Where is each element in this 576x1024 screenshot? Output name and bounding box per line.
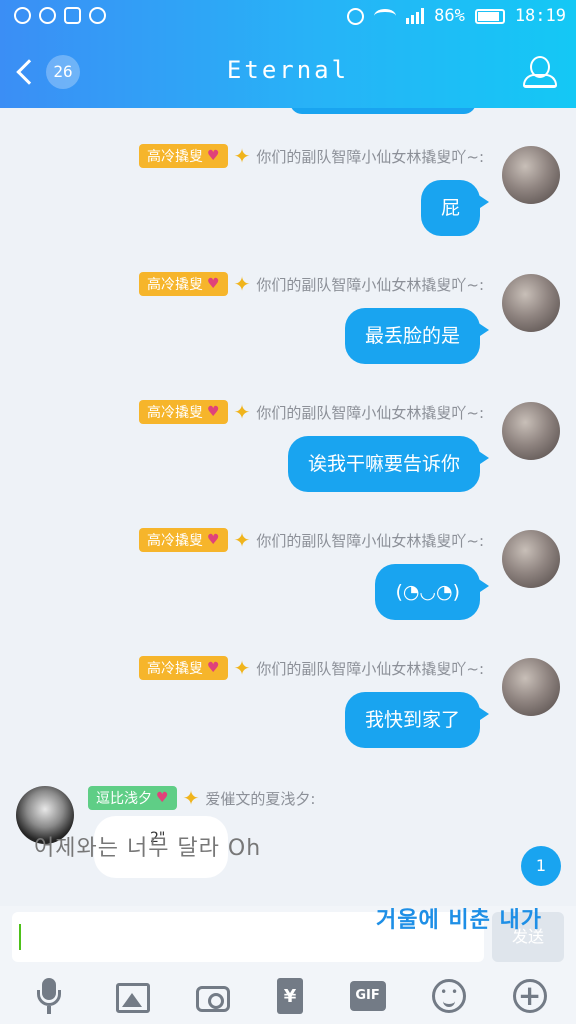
emoji-icon[interactable] [432, 979, 467, 1013]
red-packet-icon[interactable]: ¥ [276, 978, 303, 1014]
sender-meta: 高冷撬叟 ♥ ✦ 你们的副队智障小仙女林撬叟吖~: [139, 144, 484, 168]
gif-icon[interactable]: GIF [349, 981, 386, 1011]
message-icon [89, 7, 106, 24]
weibo-icon [39, 7, 56, 24]
star-icon: ✦ [233, 656, 251, 680]
message-item: 高冷撬叟 ♥ ✦ 你们的副队智障小仙女林撬叟吖~: 我快到家了 [0, 620, 576, 748]
title-badge[interactable]: 高冷撬叟 ♥ [139, 144, 228, 168]
message-bubble[interactable]: (◔◡◔) [375, 564, 489, 620]
sender-meta: 逗比浅夕 ♥ ✦ 爱催文的夏浅夕: [88, 786, 315, 810]
system-status: 86% 18:19 [347, 6, 566, 26]
plus-icon[interactable]: + [512, 979, 547, 1013]
message-bubble[interactable]: 屁 [420, 180, 490, 236]
message-item: 高冷撬叟 ♥ ✦ 你们的副队智障小仙女林撬叟吖~: 最丢脸的是 [0, 236, 576, 364]
badge-label: 高冷撬叟 [147, 533, 204, 549]
title-badge[interactable]: 逗比浅夕 ♥ [88, 786, 177, 810]
badge-label: 高冷撬叟 [147, 277, 204, 293]
gallery-icon [64, 7, 81, 24]
new-message-indicator[interactable]: 1 [521, 846, 561, 886]
star-icon: ✦ [233, 400, 251, 424]
mic-leg [47, 1006, 52, 1014]
sender-meta: 高冷撬叟 ♥ ✦ 你们的副队智障小仙女林撬叟吖~: [139, 272, 484, 296]
star-icon: ✦ [182, 786, 200, 810]
lyric-overlay-line: 거울에 비춘 내가 [376, 908, 542, 933]
battery-icon [474, 8, 505, 24]
sender-meta: 高冷撬叟 ♥ ✦ 你们的副队智障小仙女林撬叟吖~: [139, 656, 484, 680]
heart-icon: ♥ [207, 404, 220, 420]
image-icon[interactable] [115, 983, 150, 1013]
avatar[interactable] [502, 402, 560, 460]
heart-icon: ♥ [207, 148, 220, 164]
camera-icon[interactable] [196, 986, 231, 1012]
avatar[interactable] [502, 658, 560, 716]
title-badge[interactable]: 高冷撬叟 ♥ [139, 528, 228, 552]
sender-nickname[interactable]: 你们的副队智障小仙女林撬叟吖~: [256, 530, 484, 551]
star-icon: ✦ [233, 272, 251, 296]
message-bubble[interactable]: 最丢脸的是 [344, 308, 490, 364]
star-icon: ✦ [233, 528, 251, 552]
sender-nickname[interactable]: 你们的副队智障小仙女林撬叟吖~: [256, 146, 484, 167]
lyric-overlay-line: 어제와는 너무 달라 Oh [34, 836, 262, 861]
badge-label: 高冷撬叟 [147, 405, 204, 421]
message-bubble[interactable]: 我快到家了 [344, 692, 490, 748]
incoming-message-item: 逗比浅夕 ♥ ✦ 爱催文的夏浅夕: 2" 어제와는 너무 달라 Oh [0, 774, 576, 904]
sender-nickname[interactable]: 你们的副队智障小仙女林撬叟吖~: [256, 658, 484, 679]
heart-icon: ♥ [207, 532, 220, 548]
signal-icon [406, 8, 425, 24]
sender-nickname[interactable]: 你们的副队智障小仙女林撬叟吖~: [256, 274, 484, 295]
qq-icon [14, 7, 31, 24]
heart-icon: ♥ [207, 276, 220, 292]
star-icon: ✦ [233, 144, 251, 168]
status-bar: 86% 18:19 [0, 0, 576, 36]
message-list[interactable]: 高冷撬叟 ♥ ✦ 你们的副队智障小仙女林撬叟吖~: 屁 高冷撬叟 ♥ ✦ 你们的副队… [0, 108, 576, 906]
wifi-icon [374, 9, 397, 23]
microphone-icon[interactable] [29, 976, 69, 1016]
alarm-icon [347, 7, 365, 25]
notification-icons [14, 7, 106, 24]
input-bar: 发送 거울에 비춘 내가 ¥ GIF + [0, 906, 576, 1024]
person-icon-body [523, 74, 557, 88]
clock: 18:19 [514, 6, 566, 26]
title-badge[interactable]: 高冷撬叟 ♥ [139, 400, 228, 424]
message-item: 高冷撬叟 ♥ ✦ 你们的副队智障小仙女林撬叟吖~: 诶我干嘛要告诉你 [0, 364, 576, 492]
message-bubble[interactable]: 诶我干嘛要告诉你 [287, 436, 490, 492]
group-members-button[interactable] [520, 52, 560, 92]
text-cursor [19, 924, 21, 950]
battery-percent: 86% [434, 6, 465, 26]
sender-nickname[interactable]: 你们的副队智障小仙女林撬叟吖~: [256, 402, 484, 423]
avatar[interactable] [502, 274, 560, 332]
badge-label: 高冷撬叟 [147, 661, 204, 677]
badge-label: 高冷撬叟 [147, 149, 204, 165]
sender-nickname[interactable]: 爱催文的夏浅夕: [205, 788, 315, 809]
chat-header: 86% 18:19 26 Eternal [0, 0, 576, 108]
sender-meta: 高冷撬叟 ♥ ✦ 你们的副队智障小仙女林撬叟吖~: [139, 528, 484, 552]
title-badge[interactable]: 高冷撬叟 ♥ [139, 656, 228, 680]
input-toolbar: ¥ GIF + [0, 972, 576, 1020]
chat-title: Eternal [226, 56, 350, 84]
sender-meta: 高冷撬叟 ♥ ✦ 你们的副队智障小仙女林撬叟吖~: [139, 400, 484, 424]
message-item: 高冷撬叟 ♥ ✦ 你们的副队智障小仙女林撬叟吖~: 屁 [0, 108, 576, 236]
title-badge[interactable]: 高冷撬叟 ♥ [139, 272, 228, 296]
message-item: 高冷撬叟 ♥ ✦ 你们的副队智障小仙女林撬叟吖~: (◔◡◔) [0, 492, 576, 620]
avatar[interactable] [502, 146, 560, 204]
badge-label: 逗比浅夕 [96, 791, 152, 807]
avatar[interactable] [502, 530, 560, 588]
mic-stand [37, 990, 62, 1006]
heart-icon: ♥ [207, 660, 220, 676]
heart-icon: ♥ [156, 790, 169, 806]
